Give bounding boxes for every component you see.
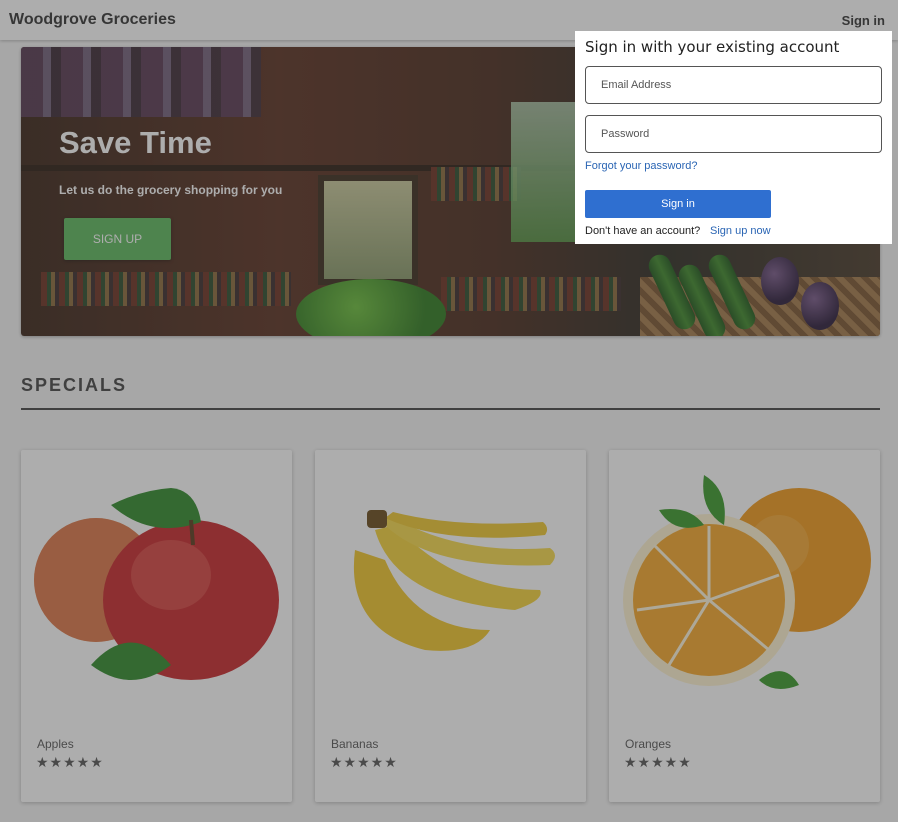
email-field[interactable] <box>585 66 882 104</box>
no-account-text: Don't have an account? <box>585 225 701 237</box>
sign-up-now-link[interactable]: Sign up now <box>710 225 771 237</box>
sign-in-dialog: Sign in with your existing account Forgo… <box>575 31 892 244</box>
page: Woodgrove Groceries Sign in Save Time Le… <box>0 0 898 822</box>
password-field[interactable] <box>585 115 882 153</box>
dialog-title: Sign in with your existing account <box>585 38 840 56</box>
forgot-password-link[interactable]: Forgot your password? <box>585 160 698 172</box>
sign-in-button[interactable]: Sign in <box>585 190 771 218</box>
